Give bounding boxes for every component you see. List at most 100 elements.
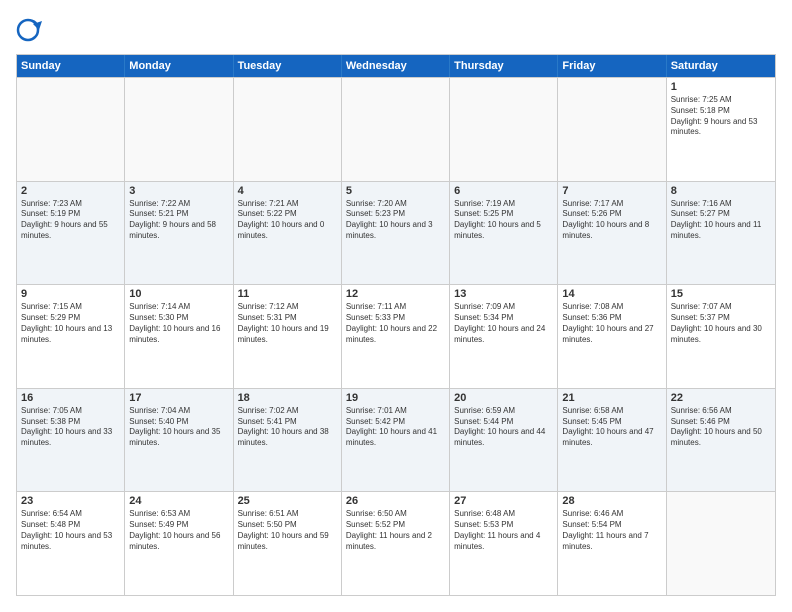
calendar-cell: [125, 78, 233, 181]
calendar-cell: 27 Sunrise: 6:48 AM Sunset: 5:53 PM Dayli…: [450, 492, 558, 595]
cell-day-number: 18: [238, 392, 337, 404]
cell-day-number: 8: [671, 185, 771, 197]
cell-daylight-info: Sunrise: 6:56 AM Sunset: 5:46 PM Dayligh…: [671, 406, 771, 449]
cell-daylight-info: Sunrise: 7:09 AM Sunset: 5:34 PM Dayligh…: [454, 302, 553, 345]
calendar-header: SundayMondayTuesdayWednesdayThursdayFrid…: [17, 55, 775, 77]
calendar-cell: [234, 78, 342, 181]
cell-daylight-info: Sunrise: 7:16 AM Sunset: 5:27 PM Dayligh…: [671, 199, 771, 242]
page: SundayMondayTuesdayWednesdayThursdayFrid…: [0, 0, 792, 612]
cell-day-number: 5: [346, 185, 445, 197]
cell-day-number: 27: [454, 495, 553, 507]
cell-daylight-info: Sunrise: 6:54 AM Sunset: 5:48 PM Dayligh…: [21, 509, 120, 552]
cell-day-number: 4: [238, 185, 337, 197]
header: [16, 16, 776, 44]
cell-day-number: 17: [129, 392, 228, 404]
calendar-cell: 13 Sunrise: 7:09 AM Sunset: 5:34 PM Dayli…: [450, 285, 558, 388]
cell-daylight-info: Sunrise: 7:22 AM Sunset: 5:21 PM Dayligh…: [129, 199, 228, 242]
cell-day-number: 6: [454, 185, 553, 197]
calendar-cell: 21 Sunrise: 6:58 AM Sunset: 5:45 PM Dayli…: [558, 389, 666, 492]
header-day-tuesday: Tuesday: [234, 55, 342, 77]
cell-day-number: 15: [671, 288, 771, 300]
cell-daylight-info: Sunrise: 7:02 AM Sunset: 5:41 PM Dayligh…: [238, 406, 337, 449]
calendar-cell: 25Sunrise: 6:51 AM Sunset: 5:50 PM Dayli…: [234, 492, 342, 595]
calendar-cell: [667, 492, 775, 595]
header-day-sunday: Sunday: [17, 55, 125, 77]
cell-day-number: 14: [562, 288, 661, 300]
calendar-cell: 3 Sunrise: 7:22 AM Sunset: 5:21 PM Daylig…: [125, 182, 233, 285]
calendar-cell: 2 Sunrise: 7:23 AM Sunset: 5:19 PM Daylig…: [17, 182, 125, 285]
cell-day-number: 23: [21, 495, 120, 507]
cell-daylight-info: Sunrise: 6:58 AM Sunset: 5:45 PM Dayligh…: [562, 406, 661, 449]
calendar-cell: 24 Sunrise: 6:53 AM Sunset: 5:49 PM Dayli…: [125, 492, 233, 595]
calendar-cell: 14 Sunrise: 7:08 AM Sunset: 5:36 PM Dayli…: [558, 285, 666, 388]
calendar: SundayMondayTuesdayWednesdayThursdayFrid…: [16, 54, 776, 596]
calendar-cell: 16Sunrise: 7:05 AM Sunset: 5:38 PM Dayli…: [17, 389, 125, 492]
calendar-cell: [342, 78, 450, 181]
calendar-week-3: 9Sunrise: 7:15 AM Sunset: 5:29 PM Daylig…: [17, 284, 775, 388]
calendar-cell: 6 Sunrise: 7:19 AM Sunset: 5:25 PM Daylig…: [450, 182, 558, 285]
calendar-week-2: 2 Sunrise: 7:23 AM Sunset: 5:19 PM Daylig…: [17, 181, 775, 285]
calendar-cell: 23 Sunrise: 6:54 AM Sunset: 5:48 PM Dayli…: [17, 492, 125, 595]
cell-daylight-info: Sunrise: 7:19 AM Sunset: 5:25 PM Dayligh…: [454, 199, 553, 242]
cell-daylight-info: Sunrise: 7:17 AM Sunset: 5:26 PM Dayligh…: [562, 199, 661, 242]
calendar-cell: 10 Sunrise: 7:14 AM Sunset: 5:30 PM Dayli…: [125, 285, 233, 388]
cell-daylight-info: Sunrise: 7:14 AM Sunset: 5:30 PM Dayligh…: [129, 302, 228, 345]
cell-day-number: 12: [346, 288, 445, 300]
calendar-week-4: 16Sunrise: 7:05 AM Sunset: 5:38 PM Dayli…: [17, 388, 775, 492]
cell-daylight-info: Sunrise: 6:46 AM Sunset: 5:54 PM Dayligh…: [562, 509, 661, 552]
cell-daylight-info: Sunrise: 7:11 AM Sunset: 5:33 PM Dayligh…: [346, 302, 445, 345]
calendar-cell: 20Sunrise: 6:59 AM Sunset: 5:44 PM Dayli…: [450, 389, 558, 492]
logo-icon: [16, 16, 44, 44]
cell-daylight-info: Sunrise: 7:04 AM Sunset: 5:40 PM Dayligh…: [129, 406, 228, 449]
calendar-week-5: 23 Sunrise: 6:54 AM Sunset: 5:48 PM Dayli…: [17, 491, 775, 595]
calendar-cell: 17 Sunrise: 7:04 AM Sunset: 5:40 PM Dayli…: [125, 389, 233, 492]
calendar-cell: 19 Sunrise: 7:01 AM Sunset: 5:42 PM Dayli…: [342, 389, 450, 492]
cell-daylight-info: Sunrise: 7:25 AM Sunset: 5:18 PM Dayligh…: [671, 95, 771, 138]
cell-day-number: 1: [671, 81, 771, 93]
calendar-cell: 15Sunrise: 7:07 AM Sunset: 5:37 PM Dayli…: [667, 285, 775, 388]
cell-daylight-info: Sunrise: 6:48 AM Sunset: 5:53 PM Dayligh…: [454, 509, 553, 552]
cell-daylight-info: Sunrise: 7:21 AM Sunset: 5:22 PM Dayligh…: [238, 199, 337, 242]
calendar-cell: 7 Sunrise: 7:17 AM Sunset: 5:26 PM Daylig…: [558, 182, 666, 285]
header-day-saturday: Saturday: [667, 55, 775, 77]
calendar-cell: 28 Sunrise: 6:46 AM Sunset: 5:54 PM Dayli…: [558, 492, 666, 595]
cell-day-number: 7: [562, 185, 661, 197]
cell-daylight-info: Sunrise: 7:23 AM Sunset: 5:19 PM Dayligh…: [21, 199, 120, 242]
cell-day-number: 11: [238, 288, 337, 300]
calendar-cell: 12 Sunrise: 7:11 AM Sunset: 5:33 PM Dayli…: [342, 285, 450, 388]
cell-day-number: 3: [129, 185, 228, 197]
cell-daylight-info: Sunrise: 7:15 AM Sunset: 5:29 PM Dayligh…: [21, 302, 120, 345]
calendar-cell: [17, 78, 125, 181]
calendar-cell: 26 Sunrise: 6:50 AM Sunset: 5:52 PM Dayli…: [342, 492, 450, 595]
cell-daylight-info: Sunrise: 7:08 AM Sunset: 5:36 PM Dayligh…: [562, 302, 661, 345]
cell-daylight-info: Sunrise: 7:01 AM Sunset: 5:42 PM Dayligh…: [346, 406, 445, 449]
calendar-cell: 4 Sunrise: 7:21 AM Sunset: 5:22 PM Daylig…: [234, 182, 342, 285]
calendar-cell: 1 Sunrise: 7:25 AM Sunset: 5:18 PM Daylig…: [667, 78, 775, 181]
cell-daylight-info: Sunrise: 6:51 AM Sunset: 5:50 PM Dayligh…: [238, 509, 337, 552]
cell-day-number: 22: [671, 392, 771, 404]
cell-day-number: 13: [454, 288, 553, 300]
cell-daylight-info: Sunrise: 7:12 AM Sunset: 5:31 PM Dayligh…: [238, 302, 337, 345]
calendar-cell: [450, 78, 558, 181]
cell-day-number: 19: [346, 392, 445, 404]
cell-day-number: 2: [21, 185, 120, 197]
cell-day-number: 26: [346, 495, 445, 507]
calendar-cell: 22 Sunrise: 6:56 AM Sunset: 5:46 PM Dayli…: [667, 389, 775, 492]
header-day-monday: Monday: [125, 55, 233, 77]
cell-day-number: 28: [562, 495, 661, 507]
cell-day-number: 10: [129, 288, 228, 300]
calendar-cell: 8 Sunrise: 7:16 AM Sunset: 5:27 PM Daylig…: [667, 182, 775, 285]
calendar-cell: 5 Sunrise: 7:20 AM Sunset: 5:23 PM Daylig…: [342, 182, 450, 285]
cell-daylight-info: Sunrise: 6:50 AM Sunset: 5:52 PM Dayligh…: [346, 509, 445, 552]
calendar-cell: 9Sunrise: 7:15 AM Sunset: 5:29 PM Daylig…: [17, 285, 125, 388]
cell-daylight-info: Sunrise: 6:53 AM Sunset: 5:49 PM Dayligh…: [129, 509, 228, 552]
logo: [16, 16, 48, 44]
cell-daylight-info: Sunrise: 6:59 AM Sunset: 5:44 PM Dayligh…: [454, 406, 553, 449]
header-day-wednesday: Wednesday: [342, 55, 450, 77]
cell-day-number: 21: [562, 392, 661, 404]
cell-daylight-info: Sunrise: 7:20 AM Sunset: 5:23 PM Dayligh…: [346, 199, 445, 242]
cell-day-number: 24: [129, 495, 228, 507]
calendar-week-1: 1 Sunrise: 7:25 AM Sunset: 5:18 PM Daylig…: [17, 77, 775, 181]
calendar-cell: 18 Sunrise: 7:02 AM Sunset: 5:41 PM Dayli…: [234, 389, 342, 492]
cell-day-number: 16: [21, 392, 120, 404]
